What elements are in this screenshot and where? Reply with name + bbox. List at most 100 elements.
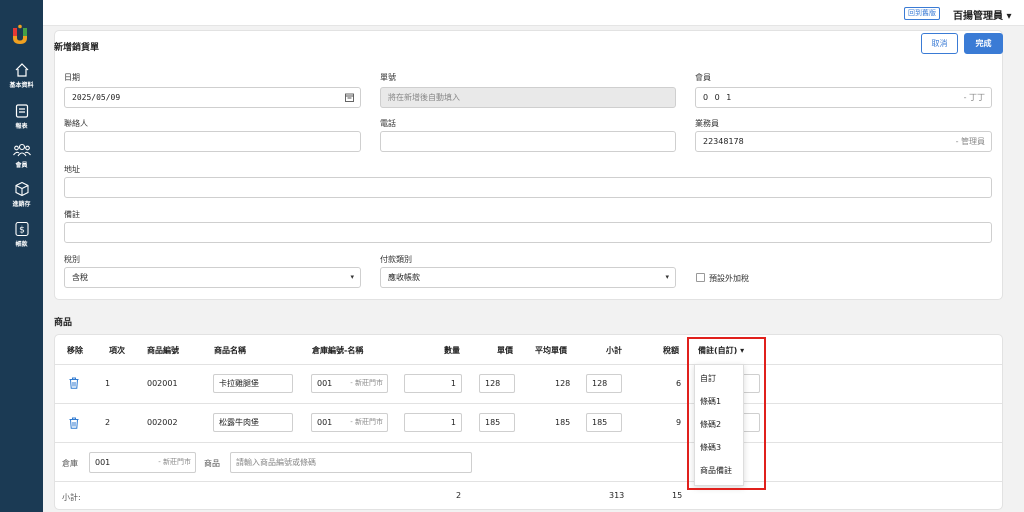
add-product-input[interactable]: 請輸入商品編號或條碼	[230, 452, 472, 473]
contact-label: 聯絡人	[64, 119, 88, 128]
trash-icon[interactable]	[69, 417, 79, 429]
row-seq: 1	[105, 379, 111, 388]
add-warehouse-label: 倉庫	[62, 459, 78, 468]
default-extra-tax-checkbox[interactable]	[696, 273, 705, 282]
divider	[55, 364, 1002, 365]
row-warehouse-input[interactable]: 001 - 新莊門市	[311, 374, 388, 393]
nav-item-label: 報表	[15, 123, 28, 130]
add-warehouse-code: 001	[95, 458, 111, 467]
topbar: 回到舊版 百揚管理員 ▾	[43, 0, 1024, 26]
divider	[55, 442, 1002, 443]
dollar-icon: $	[14, 221, 29, 237]
payment-type-value: 應收帳款	[388, 273, 420, 282]
nav-item-accounts[interactable]: $ 帳款	[0, 221, 43, 248]
row-subtotal-input[interactable]: 128	[586, 374, 622, 393]
sidebar: 基本資料 報表 會員 進銷存 $ 帳款	[0, 0, 43, 512]
contact-field[interactable]	[64, 131, 361, 152]
payment-type-select[interactable]: 應收帳款 ▾	[380, 267, 676, 288]
row-price-value: 128	[485, 379, 501, 388]
add-product-label: 商品	[204, 459, 220, 468]
member-value: 0 0 1	[703, 93, 734, 102]
member-label: 會員	[695, 73, 711, 82]
row-subtotal-value: 128	[592, 379, 608, 388]
col-subtotal: 小計	[606, 346, 622, 355]
chevron-down-icon: ▾	[665, 273, 669, 281]
phone-label: 電話	[380, 119, 396, 128]
address-field[interactable]	[64, 177, 992, 198]
member-field[interactable]: 0 0 1 - 丁丁	[695, 87, 992, 108]
user-menu[interactable]: 百揚管理員 ▾	[953, 7, 1012, 22]
col-price: 單價	[497, 346, 513, 355]
done-button[interactable]: 完成	[964, 33, 1003, 54]
divider	[55, 481, 1002, 482]
row-qty-value: 1	[450, 379, 456, 388]
phone-field[interactable]	[380, 131, 676, 152]
nav-item-label: 基本資料	[9, 82, 34, 89]
col-code: 商品編號	[147, 346, 179, 355]
highlight-frame	[687, 337, 766, 490]
nav-item-basic-data[interactable]: 基本資料	[0, 62, 43, 89]
date-label: 日期	[64, 73, 80, 82]
row-tax: 6	[676, 379, 682, 388]
row-subtotal-value: 185	[592, 418, 608, 427]
row-qty-value: 1	[450, 418, 456, 427]
add-product-placeholder: 請輸入商品編號或條碼	[236, 458, 316, 467]
salesperson-name: - 管理員	[955, 137, 985, 146]
row-warehouse-name: - 新莊門市	[350, 418, 383, 426]
trash-icon[interactable]	[69, 377, 79, 389]
home-icon	[15, 63, 28, 77]
row-warehouse-input[interactable]: 001 - 新莊門市	[311, 413, 388, 432]
col-avg-price: 平均單價	[535, 346, 567, 355]
row-code: 002002	[147, 418, 178, 427]
row-warehouse-name: - 新莊門市	[350, 379, 383, 387]
divider	[55, 403, 1002, 404]
note-label: 備註	[64, 210, 80, 219]
box-icon	[14, 181, 29, 197]
date-field[interactable]: 2025/05/09	[64, 87, 361, 108]
address-label: 地址	[64, 165, 80, 174]
nav-item-members[interactable]: 會員	[0, 142, 43, 169]
row-price-value: 185	[485, 418, 501, 427]
row-avg-price: 185	[555, 418, 571, 427]
nav-item-inventory[interactable]: 進銷存	[0, 181, 43, 208]
totals-label: 小計:	[62, 493, 81, 502]
row-price-input[interactable]: 128	[479, 374, 515, 393]
salesperson-label: 業務員	[695, 119, 719, 128]
nav-item-label: 進銷存	[12, 201, 31, 208]
cancel-button[interactable]: 取消	[921, 33, 958, 54]
app-logo[interactable]	[11, 24, 29, 46]
calendar-icon[interactable]	[345, 93, 354, 102]
tax-type-select[interactable]: 含稅 ▾	[64, 267, 361, 288]
nav-item-reports[interactable]: 報表	[0, 103, 43, 130]
add-warehouse-input[interactable]: 001 - 新莊門市	[89, 452, 196, 473]
nav-item-label: 會員	[15, 162, 28, 169]
row-name-input[interactable]: 松露牛肉堡	[213, 413, 293, 432]
tax-type-label: 稅別	[64, 255, 80, 264]
payment-type-label: 付款類別	[380, 255, 412, 264]
salesperson-field[interactable]: 22348178 - 管理員	[695, 131, 992, 152]
col-warehouse: 倉庫編號-名稱	[312, 346, 364, 355]
row-qty-input[interactable]: 1	[404, 374, 462, 393]
col-remove: 移除	[67, 346, 83, 355]
page-title: 新增銷貨單	[54, 43, 100, 53]
note-field[interactable]	[64, 222, 992, 243]
col-seq: 項次	[109, 346, 125, 355]
order-no-label: 單號	[380, 73, 396, 82]
back-to-old-version-button[interactable]: 回到舊版	[904, 7, 940, 20]
nav-item-label: 帳款	[15, 241, 28, 248]
row-price-input[interactable]: 185	[479, 413, 515, 432]
report-icon	[15, 104, 28, 118]
tax-type-value: 含稅	[72, 273, 88, 282]
row-subtotal-input[interactable]: 185	[586, 413, 622, 432]
row-qty-input[interactable]: 1	[404, 413, 462, 432]
row-name-input[interactable]: 卡拉雞腿堡	[213, 374, 293, 393]
row-seq: 2	[105, 418, 111, 427]
default-extra-tax-label: 預設外加稅	[709, 274, 749, 283]
totals-tax: 15	[672, 491, 683, 500]
products-title: 商品	[54, 318, 73, 328]
totals-subtotal: 313	[609, 491, 625, 500]
totals-qty: 2	[456, 491, 462, 500]
member-name: - 丁丁	[963, 93, 985, 102]
row-tax: 9	[676, 418, 682, 427]
date-value: 2025/05/09	[72, 93, 121, 102]
